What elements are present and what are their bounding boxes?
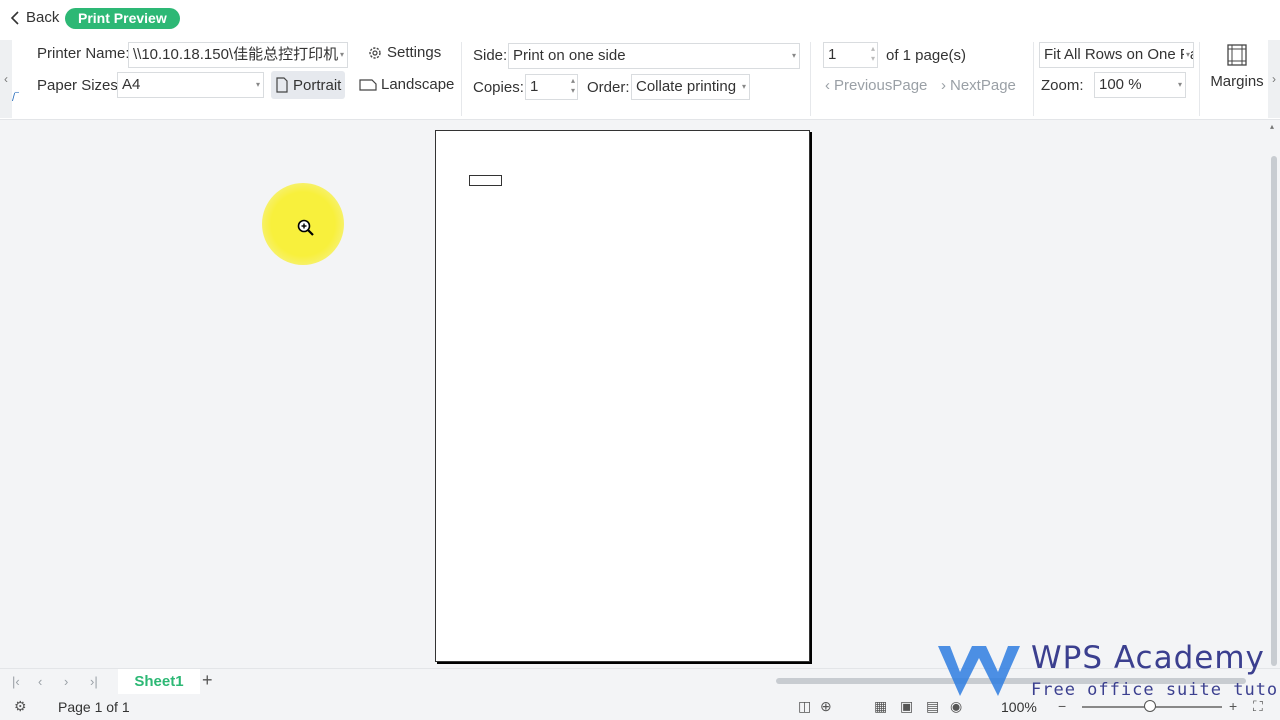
side-value: Print on one side [513, 47, 626, 64]
portrait-button[interactable]: Portrait [271, 71, 346, 99]
order-select[interactable]: Collate printing ▾ [631, 74, 750, 100]
back-label: Back [26, 9, 60, 26]
printer-name-value: \\10.10.18.150\佳能总控打印机 [133, 46, 339, 63]
printed-cell [469, 175, 502, 186]
dropdown-caret-icon: ▾ [1183, 43, 1190, 67]
zoom-in-cursor-icon [297, 219, 314, 236]
ribbon-separator [1199, 42, 1200, 116]
ribbon-separator [461, 42, 462, 116]
side-label: Side: [473, 47, 508, 64]
dropdown-caret-icon: ▾ [339, 50, 344, 59]
dropdown-caret-icon: ▾ [741, 82, 746, 91]
page-indicator: Page 1 of 1 [58, 699, 130, 715]
ribbon-separator [810, 42, 811, 116]
watermark-subtitle: Free office suite tutorials [1031, 680, 1280, 700]
chevron-right-icon: › [941, 77, 946, 94]
copies-label: Copies: [473, 79, 524, 96]
settings-button[interactable]: Settings [367, 44, 441, 61]
first-sheet-icon[interactable]: |‹ [12, 674, 20, 689]
ribbon-separator [1033, 42, 1034, 116]
paper-sizes-label: Paper Sizes: [37, 77, 123, 94]
watermark-title: WPS Academy [1031, 640, 1265, 676]
order-value: Collate printing [636, 78, 737, 95]
printer-name-label: Printer Name: [37, 45, 130, 62]
copies-value: 1 [530, 78, 539, 95]
chevron-left-icon [10, 10, 19, 25]
ribbon-more-icon[interactable]: /‾ [12, 92, 19, 104]
dropdown-caret-icon: ▾ [791, 51, 796, 60]
previous-page-button[interactable]: ‹ PreviousPage [825, 77, 927, 94]
wps-logo-icon [938, 646, 1020, 696]
printer-name-select[interactable]: \\10.10.18.150\佳能总控打印机 ▾ [128, 42, 348, 68]
settings-label: Settings [387, 44, 442, 61]
zoom-label: Zoom: [1041, 77, 1084, 94]
wps-academy-watermark: WPS Academy Free office suite tutorials [936, 640, 1280, 702]
top-bar: Back Print Preview [0, 0, 1280, 40]
add-sheet-icon[interactable]: + [202, 670, 213, 691]
stepper-arrows-icon[interactable]: ▴ ▾ [571, 76, 575, 96]
zoom-select[interactable]: 100 % ▾ [1094, 72, 1186, 98]
copies-stepper[interactable]: 1 ▴ ▾ [525, 74, 578, 100]
paper-size-value: A4 [122, 76, 141, 93]
ribbon-scroll-left-button[interactable]: ‹ [0, 40, 12, 118]
margins-button[interactable]: Margins [1208, 44, 1266, 90]
landscape-label: Landscape [381, 76, 455, 93]
ribbon-scroll-right-button[interactable]: › [1268, 40, 1280, 118]
fit-page-icon[interactable]: ◫ [798, 698, 811, 715]
gear-icon [369, 46, 381, 59]
zoom-value: 100 % [1099, 76, 1142, 93]
page-count-text: of 1 page(s) [886, 47, 967, 64]
preview-page [435, 130, 810, 662]
next-page-button[interactable]: › NextPage [941, 77, 1016, 94]
side-select[interactable]: Print on one side ▾ [508, 43, 800, 69]
page-number-value: 1 [828, 46, 837, 63]
chevron-left-icon: ‹ [825, 77, 830, 94]
normal-view-icon[interactable]: ▦ [874, 698, 887, 715]
dropdown-caret-icon: ▾ [255, 80, 260, 89]
print-preview-badge: Print Preview [65, 8, 180, 29]
next-page-label: NextPage [950, 77, 1016, 94]
previous-page-label: PreviousPage [834, 77, 928, 94]
paper-size-select[interactable]: A4 ▾ [117, 72, 264, 98]
vertical-scrollbar[interactable]: ▴ [1268, 120, 1280, 668]
back-button[interactable]: Back [10, 9, 59, 26]
center-view-icon[interactable]: ⊕ [820, 698, 832, 715]
sheet-tab[interactable]: Sheet1 [118, 669, 200, 695]
page-number-stepper[interactable]: 1 ▴ ▾ [823, 42, 878, 68]
order-label: Order: [587, 79, 630, 96]
stepper-arrows-icon[interactable]: ▴ ▾ [871, 44, 875, 64]
margins-label: Margins [1210, 73, 1264, 90]
scroll-up-icon[interactable]: ▴ [1270, 122, 1274, 131]
vertical-scroll-thumb[interactable] [1271, 156, 1277, 666]
portrait-label: Portrait [293, 76, 342, 94]
scaling-value: Fit All Rows on One Page [1044, 46, 1193, 63]
landscape-page-icon [359, 78, 377, 91]
margins-icon [1227, 44, 1247, 66]
landscape-button[interactable]: Landscape [359, 76, 454, 93]
last-sheet-icon[interactable]: ›| [90, 674, 98, 689]
previous-sheet-icon[interactable]: ‹ [38, 674, 42, 689]
scaling-select[interactable]: Fit All Rows on One Page ▾ [1039, 42, 1194, 68]
portrait-page-icon [276, 77, 288, 93]
dropdown-caret-icon: ▾ [1177, 80, 1182, 89]
next-sheet-icon[interactable]: › [64, 674, 68, 689]
macro-icon[interactable]: ⚙ [14, 698, 27, 715]
page-layout-view-icon[interactable]: ▣ [900, 698, 913, 715]
print-ribbon: ‹ › Printer Name: \\10.10.18.150\佳能总控打印机… [0, 40, 1280, 120]
